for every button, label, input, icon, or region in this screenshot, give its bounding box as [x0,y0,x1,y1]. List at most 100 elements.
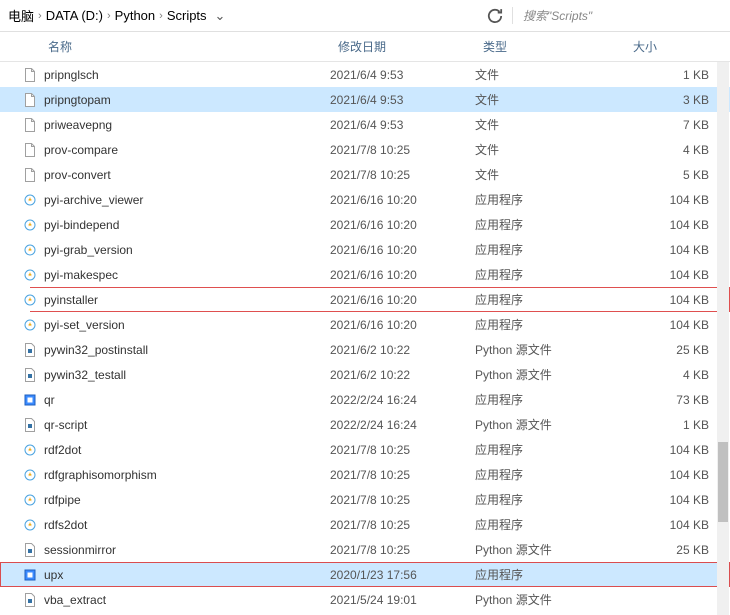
file-size: 7 KB [625,118,715,132]
breadcrumb-crumb[interactable]: Scripts [167,8,207,23]
box-icon [22,567,38,583]
file-name: pripngtopam [40,93,330,107]
file-type: Python 源文件 [475,366,625,383]
file-size: 25 KB [625,343,715,357]
py-icon [22,342,38,358]
file-size: 25 KB [625,543,715,557]
file-name: rdfpipe [40,493,330,507]
breadcrumb[interactable]: 电脑 › DATA (D:) › Python › Scripts ⌄ [8,6,478,25]
file-name: rdfgraphisomorphism [40,468,330,482]
file-type: Python 源文件 [475,341,625,358]
app-icon [22,517,38,533]
app-icon [22,492,38,508]
box-icon [22,392,38,408]
file-size: 104 KB [625,468,715,482]
file-row[interactable]: rdfgraphisomorphism2021/7/8 10:25应用程序104… [0,462,730,487]
breadcrumb-crumb[interactable]: 电脑 [8,6,34,25]
col-size[interactable]: 大小 [625,38,715,55]
file-name: pywin32_postinstall [40,343,330,357]
file-row[interactable]: pripnglsch2021/6/4 9:53文件1 KB [0,62,730,87]
file-row[interactable]: pyi-set_version2021/6/16 10:20应用程序104 KB [0,312,730,337]
file-size: 104 KB [625,443,715,457]
file-type: 应用程序 [475,566,625,583]
file-type: 文件 [475,91,625,108]
file-row[interactable]: prov-convert2021/7/8 10:25文件5 KB [0,162,730,187]
file-row[interactable]: prov-compare2021/7/8 10:25文件4 KB [0,137,730,162]
refresh-button[interactable] [484,5,506,27]
file-row[interactable]: sessionmirror2021/7/8 10:25Python 源文件25 … [0,537,730,562]
file-date: 2021/6/2 10:22 [330,368,475,382]
app-icon [22,217,38,233]
file-type: 应用程序 [475,466,625,483]
app-icon [22,192,38,208]
col-name[interactable]: 名称 [0,38,330,55]
file-date: 2021/6/16 10:20 [330,243,475,257]
file-date: 2021/7/8 10:25 [330,543,475,557]
file-row[interactable]: pyi-archive_viewer2021/6/16 10:20应用程序104… [0,187,730,212]
refresh-icon [484,5,506,27]
file-name: pywin32_testall [40,368,330,382]
file-list: pripnglsch2021/6/4 9:53文件1 KBpripngtopam… [0,62,730,615]
file-date: 2021/6/16 10:20 [330,293,475,307]
file-row[interactable]: pyinstaller2021/6/16 10:20应用程序104 KB [0,287,730,312]
file-row[interactable]: rdfpipe2021/7/8 10:25应用程序104 KB [0,487,730,512]
file-type: 应用程序 [475,516,625,533]
file-size: 104 KB [625,318,715,332]
file-type: 应用程序 [475,441,625,458]
col-type[interactable]: 类型 [475,38,625,55]
file-row[interactable]: qr2022/2/24 16:24应用程序73 KB [0,387,730,412]
file-name: pyinstaller [40,293,330,307]
file-size: 104 KB [625,218,715,232]
search-input[interactable]: 搜索"Scripts" [512,7,722,24]
file-date: 2022/2/24 16:24 [330,393,475,407]
file-date: 2021/7/8 10:25 [330,493,475,507]
file-row[interactable]: pyi-makespec2021/6/16 10:20应用程序104 KB [0,262,730,287]
file-date: 2021/7/8 10:25 [330,143,475,157]
file-date: 2021/7/8 10:25 [330,168,475,182]
file-row[interactable]: upx2020/1/23 17:56应用程序 [0,562,730,587]
file-size: 5 KB [625,168,715,182]
file-name: pyi-grab_version [40,243,330,257]
file-name: pyi-archive_viewer [40,193,330,207]
file-date: 2021/5/24 19:01 [330,593,475,607]
breadcrumb-crumb[interactable]: DATA (D:) [46,8,103,23]
file-size: 4 KB [625,143,715,157]
scrollbar[interactable] [717,62,729,615]
file-row[interactable]: pripngtopam2021/6/4 9:53文件3 KB [0,87,730,112]
file-row[interactable]: rdf2dot2021/7/8 10:25应用程序104 KB [0,437,730,462]
file-row[interactable]: rdfs2dot2021/7/8 10:25应用程序104 KB [0,512,730,537]
file-row[interactable]: pyi-grab_version2021/6/16 10:20应用程序104 K… [0,237,730,262]
file-type: Python 源文件 [475,416,625,433]
file-row[interactable]: vba_extract2021/5/24 19:01Python 源文件 [0,587,730,612]
file-date: 2021/7/8 10:25 [330,443,475,457]
file-type: 应用程序 [475,241,625,258]
file-date: 2021/6/16 10:20 [330,318,475,332]
py-icon [22,417,38,433]
breadcrumb-dropdown-icon[interactable]: ⌄ [215,8,226,24]
file-date: 2021/6/16 10:20 [330,268,475,282]
scrollbar-thumb[interactable] [718,442,728,522]
file-name: prov-convert [40,168,330,182]
breadcrumb-crumb[interactable]: Python [115,8,155,23]
file-row[interactable]: qr-script2022/2/24 16:24Python 源文件1 KB [0,412,730,437]
chevron-right-icon: › [159,10,163,22]
col-date[interactable]: 修改日期 [330,38,475,55]
app-icon [22,467,38,483]
file-size: 104 KB [625,518,715,532]
file-size: 104 KB [625,193,715,207]
file-name: priweavepng [40,118,330,132]
file-type: 应用程序 [475,216,625,233]
file-icon [22,167,38,183]
file-icon [22,67,38,83]
file-row[interactable]: priweavepng2021/6/4 9:53文件7 KB [0,112,730,137]
app-icon [22,317,38,333]
file-row[interactable]: pywin32_postinstall2021/6/2 10:22Python … [0,337,730,362]
file-type: Python 源文件 [475,591,625,608]
address-bar: 电脑 › DATA (D:) › Python › Scripts ⌄ 搜索"S… [0,0,730,32]
file-type: Python 源文件 [475,541,625,558]
file-size: 104 KB [625,243,715,257]
file-row[interactable]: pyi-bindepend2021/6/16 10:20应用程序104 KB [0,212,730,237]
file-date: 2021/6/16 10:20 [330,193,475,207]
file-row[interactable]: pywin32_testall2021/6/2 10:22Python 源文件4… [0,362,730,387]
column-header: 名称 修改日期 类型 大小 [0,32,730,62]
